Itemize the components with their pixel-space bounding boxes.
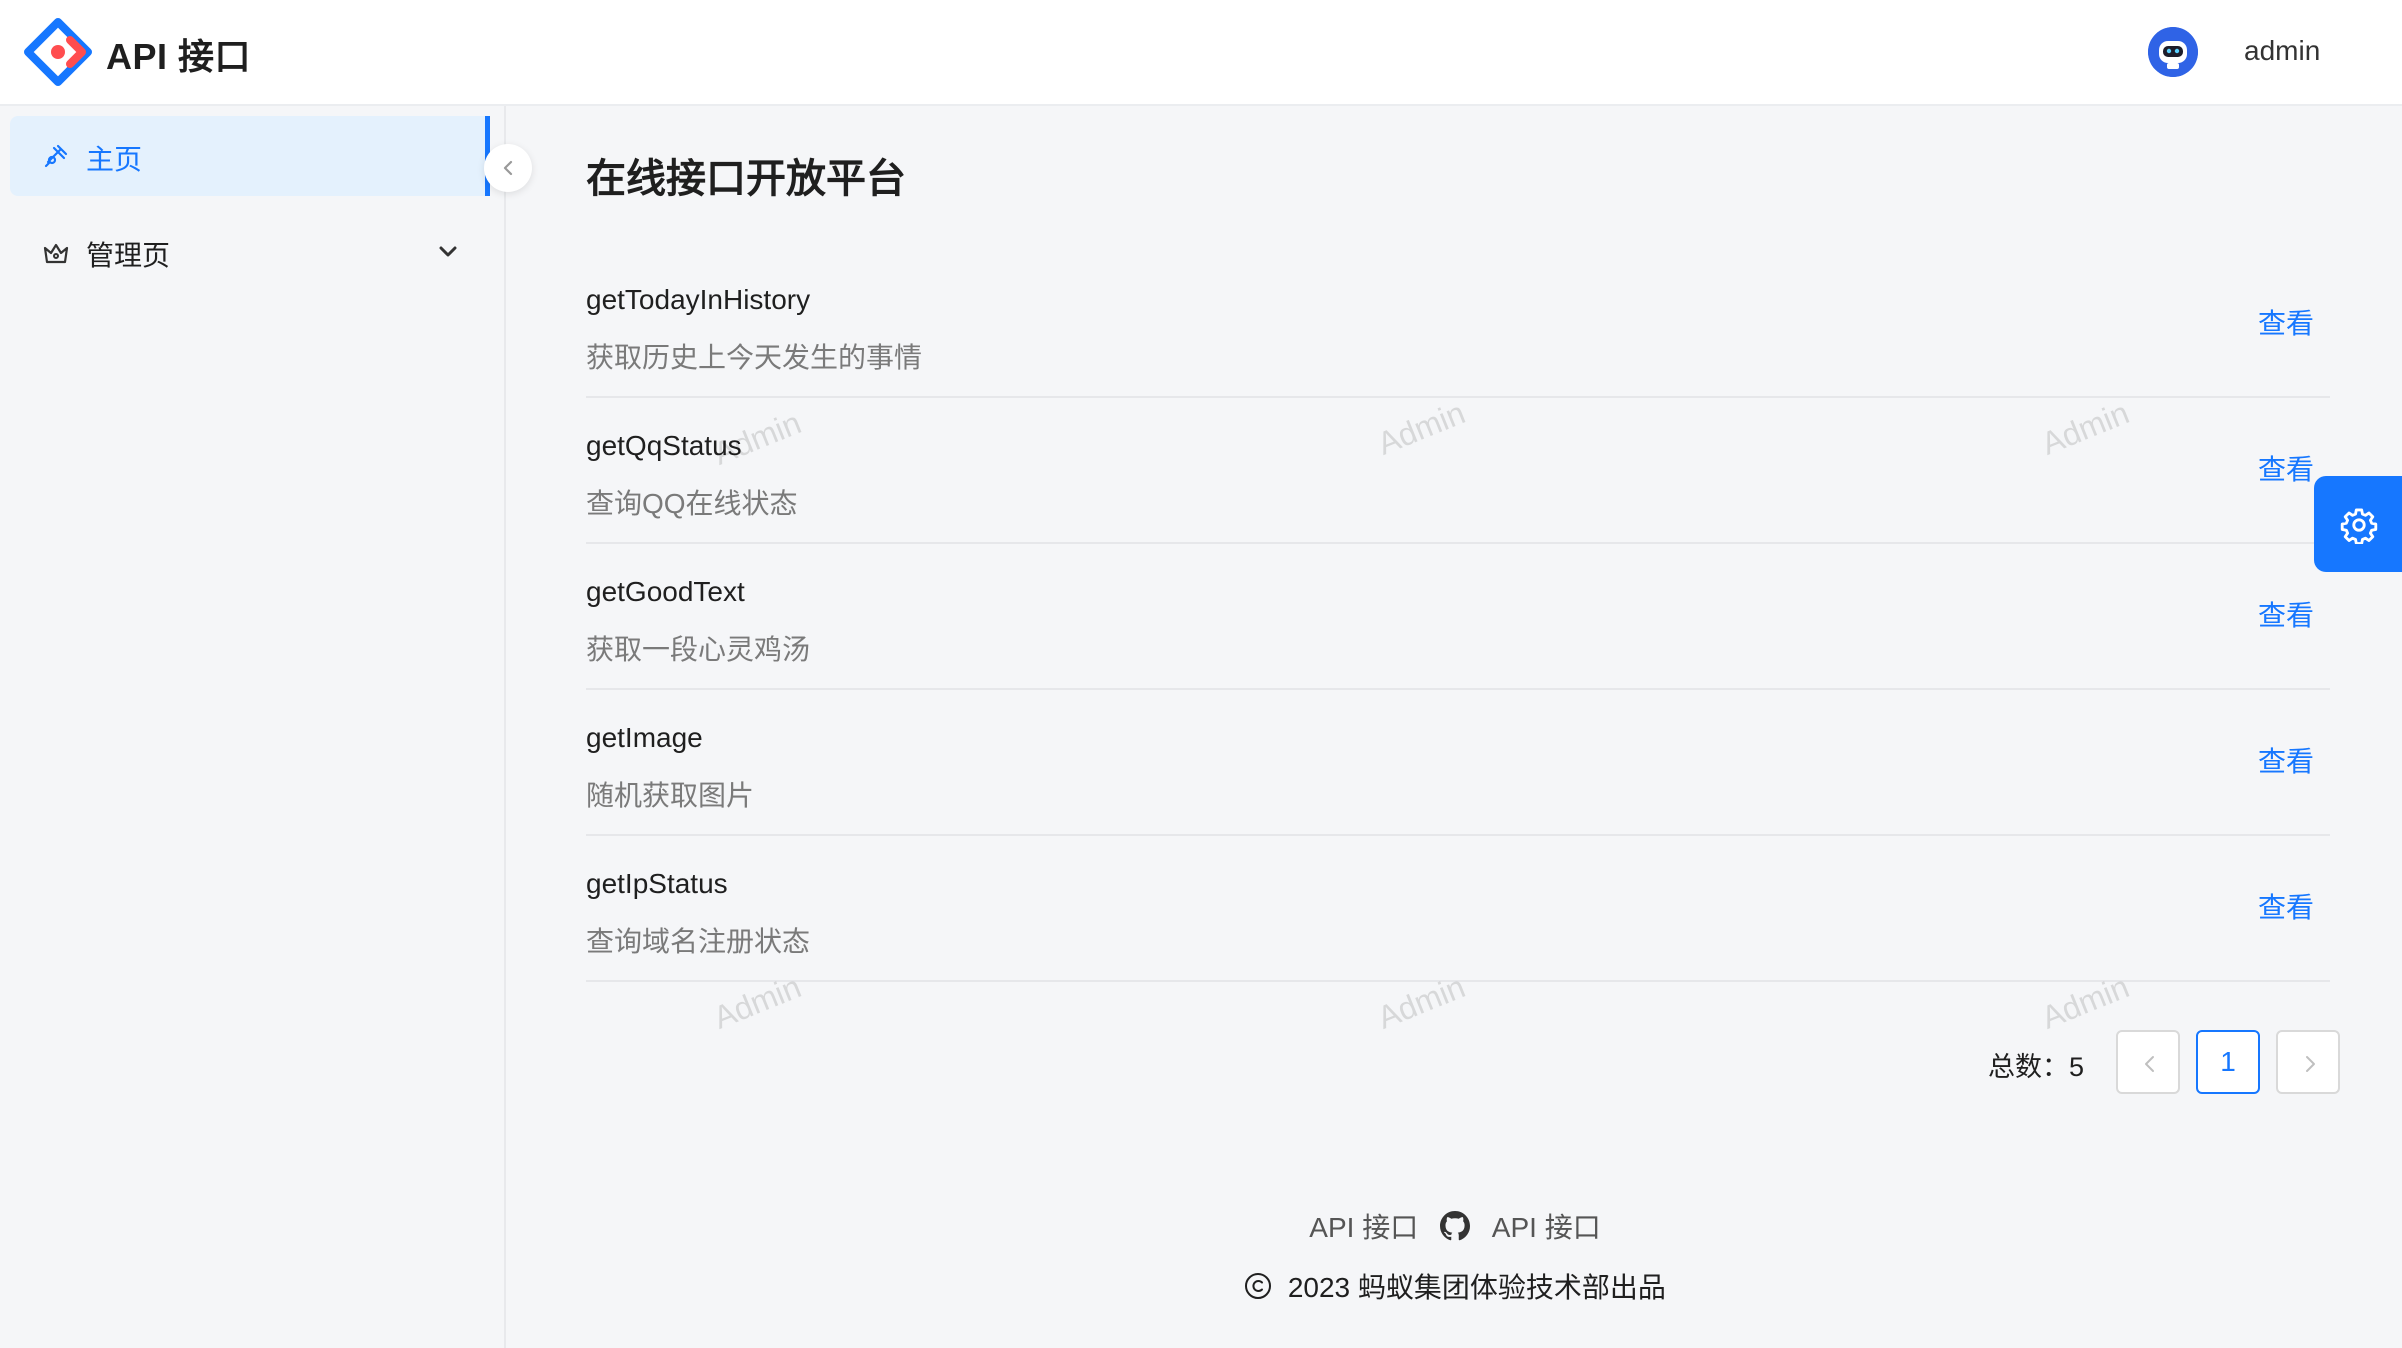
- api-description: 随机获取图片: [586, 780, 755, 811]
- chevron-left-icon: [2145, 1056, 2154, 1072]
- github-icon[interactable]: [1440, 1211, 1470, 1241]
- total-count: 总数：5: [1988, 1052, 2085, 1082]
- chevron-down-icon: [439, 246, 457, 257]
- top-header: API 接口 admin: [0, 0, 2402, 106]
- prev-page-button[interactable]: [2116, 1030, 2180, 1094]
- chevron-left-icon: [503, 160, 513, 176]
- next-page-button[interactable]: [2276, 1030, 2340, 1094]
- footer-link[interactable]: API 接口: [1492, 1212, 1601, 1243]
- view-link[interactable]: 查看: [2258, 594, 2314, 634]
- view-link[interactable]: 查看: [2258, 448, 2314, 488]
- avatar[interactable]: [2148, 27, 2198, 77]
- view-link[interactable]: 查看: [2258, 302, 2314, 342]
- main-content: 在线接口开放平台 getTodayInHistory 获取历史上今天发生的事情 …: [508, 106, 2402, 1348]
- copyright-icon: [1245, 1273, 1272, 1299]
- footer-link[interactable]: API 接口: [1309, 1212, 1418, 1243]
- sidebar-item-label: 管理页: [86, 240, 171, 271]
- robot-avatar-icon: [2148, 27, 2198, 77]
- list-item: getIpStatus 查询域名注册状态 查看: [586, 836, 2330, 982]
- view-link[interactable]: 查看: [2258, 740, 2314, 780]
- api-name[interactable]: getImage: [586, 722, 703, 754]
- list-item: getImage 随机获取图片 查看: [586, 690, 2330, 836]
- chevron-right-icon: [2306, 1056, 2315, 1072]
- list-item: getGoodText 获取一段心灵鸡汤 查看: [586, 544, 2330, 690]
- app-title: API 接口: [106, 36, 252, 77]
- copyright-text: 2023 蚂蚁集团体验技术部出品: [1287, 1272, 1666, 1303]
- sidebar-item-home[interactable]: 主页: [10, 116, 490, 196]
- api-description: 获取历史上今天发生的事情: [586, 342, 923, 373]
- api-name[interactable]: getIpStatus: [586, 868, 728, 900]
- smile-icon: [44, 144, 68, 168]
- view-link[interactable]: 查看: [2258, 886, 2314, 926]
- settings-button[interactable]: [2314, 476, 2402, 572]
- copyright: 2023 蚂蚁集团体验技术部出品: [508, 1266, 2402, 1306]
- logo-icon: [24, 18, 92, 86]
- api-name[interactable]: getTodayInHistory: [586, 284, 810, 316]
- api-name[interactable]: getQqStatus: [586, 430, 742, 462]
- footer-links: API 接口 API 接口: [508, 1206, 2402, 1246]
- sidebar-item-manage[interactable]: 管理页: [10, 212, 490, 292]
- api-description: 查询域名注册状态: [586, 926, 811, 957]
- crown-icon: [43, 243, 69, 264]
- username[interactable]: admin: [2244, 35, 2320, 67]
- api-list: getTodayInHistory 获取历史上今天发生的事情 查看 getQqS…: [586, 252, 2330, 982]
- sidebar: 主页 管理页: [0, 106, 506, 1348]
- api-name[interactable]: getGoodText: [586, 576, 745, 608]
- list-item: getTodayInHistory 获取历史上今天发生的事情 查看: [586, 252, 2330, 398]
- gear-icon: [2340, 508, 2378, 544]
- sidebar-collapse-button[interactable]: [484, 144, 532, 192]
- page-number-button[interactable]: 1: [2196, 1030, 2260, 1094]
- api-description: 查询QQ在线状态: [586, 488, 798, 519]
- page-title: 在线接口开放平台: [586, 157, 906, 201]
- api-description: 获取一段心灵鸡汤: [586, 634, 811, 665]
- sidebar-item-label: 主页: [86, 144, 143, 175]
- list-item: getQqStatus 查询QQ在线状态 查看: [586, 398, 2330, 544]
